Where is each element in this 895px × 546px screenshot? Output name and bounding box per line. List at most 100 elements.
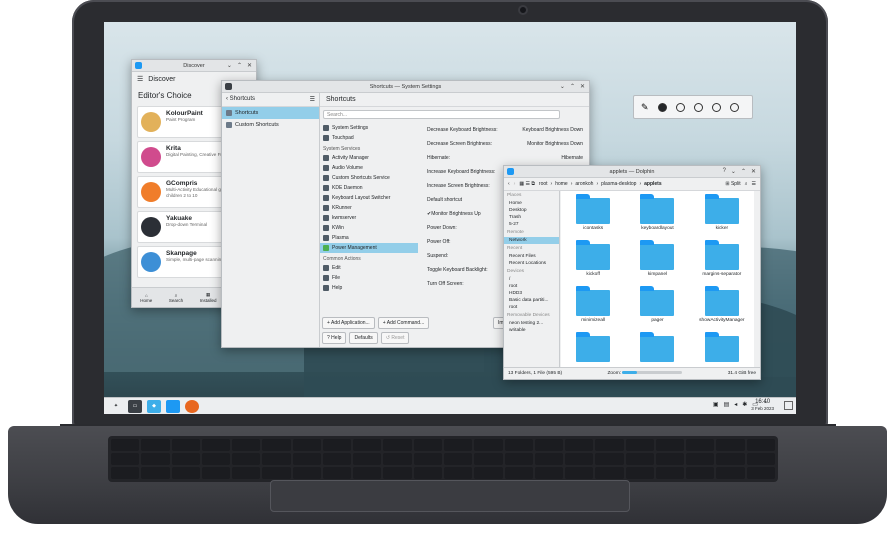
- back-icon[interactable]: ‹: [508, 181, 510, 187]
- list-item[interactable]: KRunner: [320, 203, 418, 213]
- shortcut-row[interactable]: Hibernate: Hibernate: [422, 151, 589, 165]
- dolphin-window[interactable]: applets — Dolphin ? ⌄ ⌃ ✕ ‹ › ▦ ☰ ⧉ root…: [503, 165, 761, 380]
- hamburger-menu-icon[interactable]: ☰: [310, 96, 315, 103]
- maximize-icon[interactable]: ⌃: [570, 83, 575, 90]
- show-desktop-button[interactable]: [784, 401, 793, 410]
- app-launcher-icon[interactable]: ✦: [109, 400, 123, 413]
- list-item[interactable]: File: [320, 273, 418, 283]
- places-item[interactable]: Desktop: [504, 207, 559, 214]
- folder-item[interactable]: showActivityManager: [690, 286, 754, 333]
- places-item[interactable]: HDD3: [504, 290, 559, 297]
- color-swatch[interactable]: [675, 102, 685, 112]
- breadcrumb-item[interactable]: aronkoh: [575, 181, 593, 187]
- minimize-icon[interactable]: ⌄: [227, 62, 232, 69]
- folder-item[interactable]: pager: [625, 286, 689, 333]
- list-item[interactable]: Help: [320, 283, 418, 293]
- firefox-icon[interactable]: [185, 399, 199, 413]
- list-item[interactable]: Plasma: [320, 233, 418, 243]
- folder-item[interactable]: minimizeall: [561, 286, 625, 333]
- defaults-button[interactable]: Defaults: [349, 332, 378, 344]
- places-item[interactable]: 5-27: [504, 221, 559, 228]
- places-item[interactable]: writable: [504, 327, 559, 334]
- reset-button[interactable]: ↺ Reset: [380, 332, 410, 344]
- places-item[interactable]: /: [504, 276, 559, 283]
- close-icon[interactable]: ✕: [580, 83, 585, 90]
- places-item[interactable]: Home: [504, 200, 559, 207]
- list-item[interactable]: System Settings: [320, 123, 418, 133]
- color-swatch[interactable]: [657, 102, 667, 112]
- device-icon[interactable]: ▤: [724, 401, 730, 408]
- maximize-icon[interactable]: ⌃: [237, 62, 242, 69]
- list-item[interactable]: KDE Daemon: [320, 183, 418, 193]
- folder-item[interactable]: icontasks: [561, 194, 625, 241]
- minimize-icon[interactable]: ⌄: [560, 83, 565, 90]
- folder-item[interactable]: kimpanel: [625, 240, 689, 287]
- volume-icon[interactable]: ◂: [734, 401, 737, 408]
- forward-icon[interactable]: ›: [514, 181, 516, 187]
- close-icon[interactable]: ✕: [247, 62, 252, 69]
- places-item[interactable]: Network: [504, 237, 559, 244]
- places-item[interactable]: neon testing 2...: [504, 320, 559, 327]
- sidebar-item-custom-shortcuts[interactable]: Custom Shortcuts: [222, 119, 319, 131]
- list-item[interactable]: Keyboard Layout Switcher: [320, 193, 418, 203]
- color-swatch[interactable]: [711, 102, 721, 112]
- discover-titlebar[interactable]: Discover ⌄ ⌃ ✕: [132, 60, 256, 72]
- breadcrumb-item[interactable]: plasma-desktop: [601, 181, 636, 187]
- minimize-icon[interactable]: ⌄: [731, 168, 736, 175]
- search-input[interactable]: Search...: [323, 110, 560, 119]
- shortcut-row[interactable]: Decrease Keyboard Brightness: Keyboard Br…: [422, 123, 589, 137]
- places-item[interactable]: Recent Locations: [504, 260, 559, 267]
- dolphin-titlebar[interactable]: applets — Dolphin ? ⌄ ⌃ ✕: [504, 166, 760, 178]
- list-item[interactable]: Audio Volume: [320, 163, 418, 173]
- help-button[interactable]: ? Help: [322, 332, 347, 344]
- app-icon: [141, 182, 161, 202]
- places-item[interactable]: root: [504, 304, 559, 311]
- list-item[interactable]: KWin: [320, 223, 418, 233]
- close-icon[interactable]: ✕: [751, 168, 756, 175]
- back-button[interactable]: ‹ Shortcuts: [226, 96, 255, 103]
- component-icon: [323, 215, 329, 221]
- places-item[interactable]: Recent Files: [504, 253, 559, 260]
- zoom-slider[interactable]: [622, 371, 683, 375]
- places-item[interactable]: root: [504, 283, 559, 290]
- hamburger-menu-icon[interactable]: ☰: [137, 75, 143, 83]
- discover-icon[interactable]: ◆: [147, 399, 161, 413]
- folder-item[interactable]: margins-separator: [690, 240, 754, 287]
- bluetooth-icon[interactable]: ✱: [742, 401, 747, 408]
- list-item[interactable]: Activity Manager: [320, 153, 418, 163]
- list-item[interactable]: Custom Shortcuts Service: [320, 173, 418, 183]
- folder-item[interactable]: kicker: [690, 194, 754, 241]
- places-item[interactable]: Trash: [504, 214, 559, 221]
- nav-installed[interactable]: ▦ Installed: [200, 292, 217, 303]
- shortcut-row[interactable]: Decrease Screen Brightness: Monitor Brigh…: [422, 137, 589, 151]
- dolphin-icon[interactable]: [166, 399, 180, 413]
- list-item[interactable]: kwmserver: [320, 213, 418, 223]
- split-button[interactable]: ⊞ Split: [725, 181, 740, 187]
- add-application-button[interactable]: + Add Application...: [322, 317, 375, 329]
- folder-item[interactable]: keyboardlayout: [625, 194, 689, 241]
- breadcrumb-item[interactable]: applets: [644, 181, 662, 187]
- maximize-icon[interactable]: ⌃: [741, 168, 746, 175]
- terminal-icon[interactable]: ▭: [128, 399, 142, 413]
- list-item[interactable]: Edit: [320, 263, 418, 273]
- help-icon[interactable]: ?: [723, 168, 726, 175]
- list-item[interactable]: Touchpad: [320, 133, 418, 143]
- color-swatch[interactable]: [693, 102, 703, 112]
- nav-search[interactable]: ⌕ Search: [169, 293, 183, 303]
- color-swatch[interactable]: [729, 102, 739, 112]
- view-mode-icon[interactable]: ▦ ☰ ⧉: [519, 181, 535, 187]
- digital-clock[interactable]: 16:40 3 Feb 2023: [751, 399, 774, 411]
- settings-titlebar[interactable]: Shortcuts — System Settings ⌄ ⌃ ✕: [222, 81, 589, 93]
- breadcrumb-item[interactable]: root: [539, 181, 548, 187]
- list-item[interactable]: Power Management: [320, 243, 418, 253]
- breadcrumb-item[interactable]: home: [555, 181, 568, 187]
- search-icon[interactable]: ⌕: [745, 181, 748, 187]
- sidebar-item-shortcuts[interactable]: Shortcuts: [222, 107, 319, 119]
- eyedropper-icon[interactable]: ✎: [641, 102, 649, 113]
- hamburger-menu-icon[interactable]: ☰: [752, 181, 756, 187]
- clipboard-icon[interactable]: ▣: [713, 401, 719, 408]
- add-command-button[interactable]: + Add Command...: [377, 317, 430, 329]
- places-item[interactable]: Basic data partiti...: [504, 297, 559, 304]
- nav-home[interactable]: ⌂ Home: [140, 293, 152, 303]
- folder-item[interactable]: kickoff: [561, 240, 625, 287]
